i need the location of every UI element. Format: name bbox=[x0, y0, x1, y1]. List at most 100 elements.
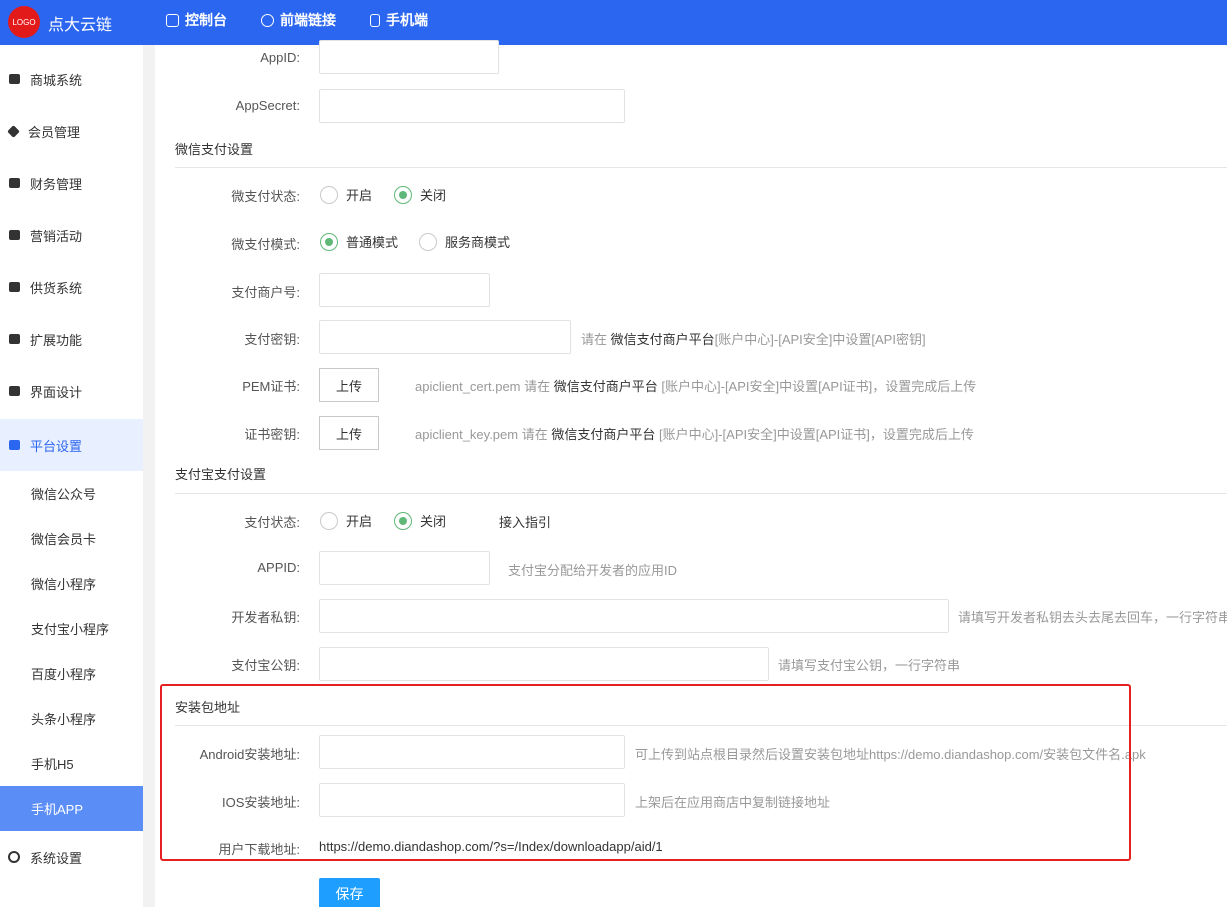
logo[interactable]: LOGO bbox=[8, 6, 40, 38]
pem-cert-hint: apiclient_cert.pem 请在 微信支付商户平台 [账户中心]-[A… bbox=[415, 376, 976, 395]
alipay-appid-hint: 支付宝分配给开发者的应用ID bbox=[508, 563, 678, 578]
top-header: LOGO 点大云链 控制台 前端链接 手机端 bbox=[0, 0, 1227, 45]
save-button[interactable]: 保存 bbox=[319, 878, 380, 907]
sub-item-label: 头条小程序 bbox=[31, 712, 97, 727]
main-content: AppID: AppSecret: 微信支付设置 微支付状态: 开启 关闭 微支… bbox=[155, 40, 1227, 907]
sidebar-item-platform[interactable]: 平台设置 bbox=[0, 419, 143, 471]
wxpay-merchant-platform-link[interactable]: 微信支付商户平台 bbox=[611, 332, 715, 347]
android-url-hint: 可上传到站点根目录然后设置安装包地址https://demo.diandasho… bbox=[635, 747, 1146, 762]
cert-key-hint: apiclient_key.pem 请在 微信支付商户平台 [账户中心]-[AP… bbox=[415, 424, 974, 443]
alipay-status-label: 支付状态: bbox=[244, 515, 300, 530]
brand-name: 点大云链 bbox=[48, 17, 113, 34]
sub-item-wechat-official[interactable]: 微信公众号 bbox=[0, 471, 143, 516]
hint-text: [账户中心]-[API安全]中设置[API证书]，设置完成后上传 bbox=[658, 427, 974, 442]
wxpay-status-label: 微支付状态: bbox=[231, 189, 300, 204]
appsecret-input[interactable] bbox=[319, 89, 625, 123]
dev-private-key-field[interactable] bbox=[320, 600, 948, 632]
ios-url-hint: 上架后在应用商店中复制链接地址 bbox=[635, 795, 831, 810]
sidebar: 商城系统 会员管理 财务管理 营销活动 供货系统 扩展功能 界面设计 平台设置 … bbox=[0, 45, 143, 907]
pay-key-hint: 请在 微信支付商户平台[账户中心]-[API安全]中设置[API密钥] bbox=[581, 329, 926, 348]
truck-icon bbox=[9, 282, 20, 292]
appid-field[interactable] bbox=[320, 41, 498, 73]
sub-item-label: 微信公众号 bbox=[31, 487, 97, 502]
alipay-public-key-field[interactable] bbox=[320, 648, 768, 680]
radio-circle bbox=[394, 511, 412, 530]
alipay-appid-input[interactable] bbox=[319, 551, 490, 585]
sidebar-item-members[interactable]: 会员管理 bbox=[0, 105, 143, 157]
layout-icon bbox=[9, 386, 20, 396]
mobile-icon bbox=[370, 13, 380, 27]
nav-dashboard[interactable]: 控制台 bbox=[166, 10, 227, 30]
pay-key-input[interactable] bbox=[319, 320, 571, 354]
pay-key-field[interactable] bbox=[320, 321, 570, 353]
radio-label: 普通模式 bbox=[346, 235, 399, 250]
sub-item-label: 百度小程序 bbox=[31, 667, 97, 682]
sidebar-item-marketing[interactable]: 营销活动 bbox=[0, 209, 143, 261]
wxpay-status-on-radio[interactable]: 开启 bbox=[320, 185, 372, 204]
pem-upload-button[interactable]: 上传 bbox=[319, 368, 379, 402]
cert-key-upload-button[interactable]: 上传 bbox=[319, 416, 379, 450]
android-url-field[interactable] bbox=[320, 736, 624, 768]
sub-item-label: 微信小程序 bbox=[31, 577, 97, 592]
radio-circle bbox=[320, 185, 338, 204]
radio-circle bbox=[320, 232, 338, 251]
wallet-icon bbox=[9, 178, 20, 188]
nav-frontend-links[interactable]: 前端链接 bbox=[261, 10, 336, 30]
radio-circle bbox=[419, 232, 437, 251]
hint-text: apiclient_cert.pem 请在 bbox=[415, 379, 551, 394]
gift-icon bbox=[9, 230, 20, 240]
appid-input[interactable] bbox=[319, 40, 499, 74]
nav-mobile-label: 手机端 bbox=[386, 12, 428, 28]
sidebar-item-system[interactable]: 系统设置 bbox=[0, 831, 143, 883]
pay-key-label: 支付密钥: bbox=[244, 332, 300, 347]
sub-item-baidu-miniapp[interactable]: 百度小程序 bbox=[0, 651, 143, 696]
radio-label: 开启 bbox=[346, 514, 373, 529]
sidebar-item-finance[interactable]: 财务管理 bbox=[0, 157, 143, 209]
alipay-appid-field[interactable] bbox=[320, 552, 489, 584]
wxpay-mode-normal-radio[interactable]: 普通模式 bbox=[320, 232, 398, 251]
appid-label: AppID: bbox=[260, 50, 300, 65]
sidebar-item-ui-design[interactable]: 界面设计 bbox=[0, 365, 143, 417]
alipay-status-off-radio[interactable]: 关闭 bbox=[394, 511, 446, 530]
sub-item-wechat-card[interactable]: 微信会员卡 bbox=[0, 516, 143, 561]
wxpay-status-off-radio[interactable]: 关闭 bbox=[394, 185, 446, 204]
sidebar-item-mall[interactable]: 商城系统 bbox=[0, 53, 143, 105]
download-url-value: https://demo.diandashop.com/?s=/Index/do… bbox=[319, 839, 663, 854]
puzzle-icon bbox=[9, 334, 20, 344]
merchant-id-input[interactable] bbox=[319, 273, 490, 307]
radio-label: 关闭 bbox=[420, 188, 447, 203]
sidebar-item-extensions[interactable]: 扩展功能 bbox=[0, 313, 143, 365]
ios-url-field[interactable] bbox=[320, 784, 624, 816]
radio-label: 服务商模式 bbox=[445, 235, 511, 250]
dev-private-key-input[interactable] bbox=[319, 599, 949, 633]
highlight-box bbox=[160, 684, 1131, 861]
wxpay-merchant-platform-link[interactable]: 微信支付商户平台 bbox=[551, 427, 655, 442]
nav-mobile[interactable]: 手机端 bbox=[370, 10, 428, 30]
wxpay-mode-service-radio[interactable]: 服务商模式 bbox=[419, 232, 510, 251]
sub-item-toutiao-miniapp[interactable]: 头条小程序 bbox=[0, 696, 143, 741]
alipay-guide-link[interactable]: 接入指引 bbox=[499, 512, 551, 531]
android-url-input[interactable] bbox=[319, 735, 625, 769]
wxpay-mode-label: 微支付模式: bbox=[231, 237, 300, 252]
sub-item-label: 手机H5 bbox=[31, 757, 74, 772]
alipay-section-title: 支付宝支付设置 bbox=[175, 467, 267, 482]
sidebar-item-supply[interactable]: 供货系统 bbox=[0, 261, 143, 313]
alipay-public-key-label: 支付宝公钥: bbox=[231, 658, 300, 673]
wxpay-merchant-platform-link[interactable]: 微信支付商户平台 bbox=[554, 379, 658, 394]
sidebar-item-label: 供货系统 bbox=[30, 280, 83, 296]
nav-dashboard-label: 控制台 bbox=[185, 12, 227, 28]
appsecret-field[interactable] bbox=[320, 90, 624, 122]
sub-item-label: 支付宝小程序 bbox=[31, 622, 110, 637]
sub-item-wechat-miniapp[interactable]: 微信小程序 bbox=[0, 561, 143, 606]
alipay-public-key-input[interactable] bbox=[319, 647, 769, 681]
sub-item-alipay-miniapp[interactable]: 支付宝小程序 bbox=[0, 606, 143, 651]
ios-url-input[interactable] bbox=[319, 783, 625, 817]
merchant-id-field[interactable] bbox=[320, 274, 489, 306]
radio-circle bbox=[394, 185, 412, 204]
alipay-status-on-radio[interactable]: 开启 bbox=[320, 511, 372, 530]
radio-label: 开启 bbox=[346, 188, 373, 203]
sidebar-item-label: 营销活动 bbox=[30, 228, 83, 244]
sub-item-mobile-h5[interactable]: 手机H5 bbox=[0, 741, 143, 786]
sub-item-mobile-app[interactable]: 手机APP bbox=[0, 786, 143, 831]
alipay-public-key-hint: 请填写支付宝公钥，一行字符串 bbox=[778, 658, 961, 673]
